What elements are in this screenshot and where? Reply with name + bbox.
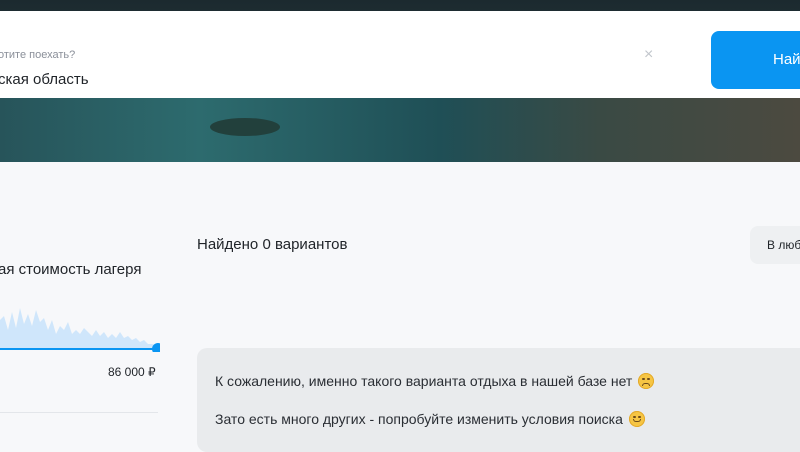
no-results-text: К сожалению, именно такого варианта отды…: [215, 373, 633, 389]
price-histogram: [0, 308, 160, 352]
destination-input[interactable]: ская область: [0, 71, 89, 88]
sort-dropdown[interactable]: В люб: [750, 226, 800, 264]
suggestion-line: Зато есть много других - попробуйте изме…: [215, 411, 645, 427]
clear-icon[interactable]: ×: [644, 46, 653, 64]
price-slider-handle[interactable]: [152, 343, 160, 352]
destination-label: отите поехать?: [0, 49, 76, 61]
no-results-message: К сожалению, именно такого варианта отды…: [197, 348, 800, 452]
search-button[interactable]: Най: [711, 31, 800, 89]
search-bar: отите поехать? ская область × Най: [0, 11, 800, 98]
divider: [0, 412, 158, 413]
price-filter-title: ая стоимость лагеря: [0, 261, 142, 278]
price-histogram-area: [0, 308, 158, 348]
no-results-line: К сожалению, именно такого варианта отды…: [215, 373, 655, 389]
smiling-face-icon: [628, 411, 645, 427]
results-count: Найдено 0 вариантов: [197, 236, 348, 253]
price-max-value: 86 000 ₽: [108, 365, 156, 379]
hero-sea: [0, 98, 800, 162]
suggestion-text: Зато есть много других - попробуйте изме…: [215, 411, 623, 427]
hero-island: [210, 118, 280, 136]
sad-face-icon: [638, 373, 655, 389]
